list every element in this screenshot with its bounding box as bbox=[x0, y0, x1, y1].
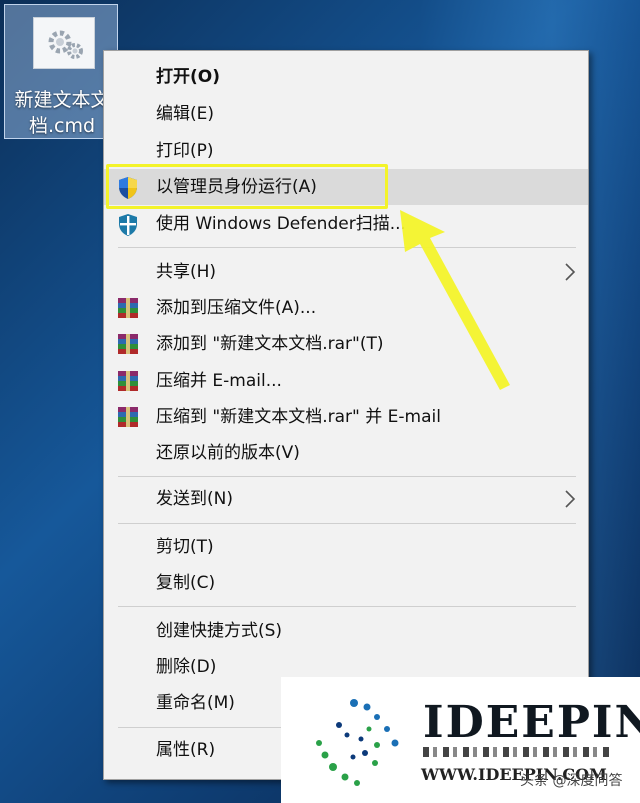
watermark-brand: IDEEPIN bbox=[423, 697, 640, 748]
watermark-pattern bbox=[423, 747, 613, 757]
source-tag: 头条 @深度问答 bbox=[520, 773, 623, 789]
swirl-logo-icon bbox=[299, 695, 409, 799]
